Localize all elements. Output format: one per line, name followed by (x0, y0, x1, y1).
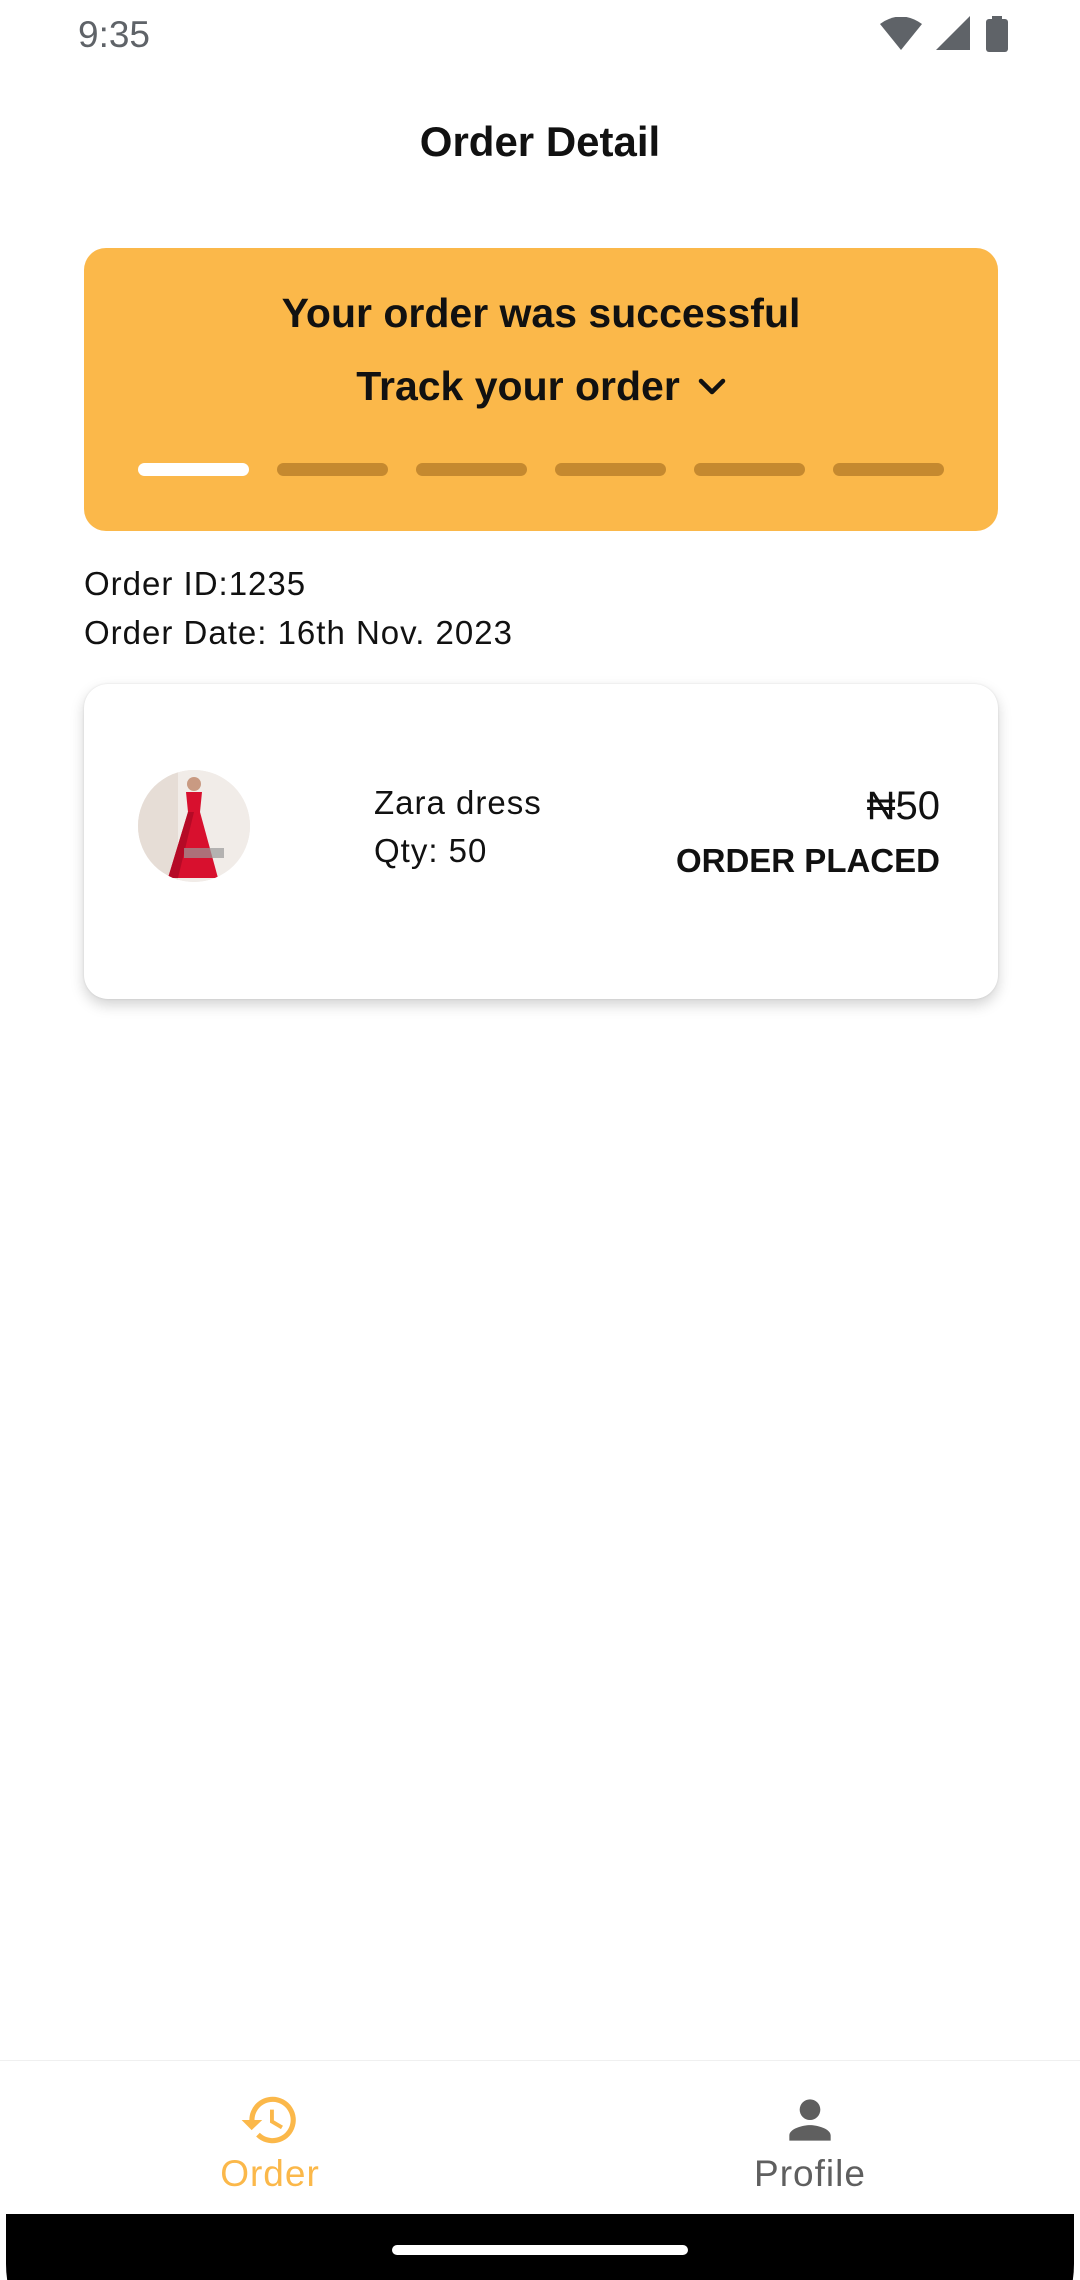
product-image (138, 770, 250, 882)
nav-label-order: Order (220, 2153, 320, 2194)
gesture-area (0, 2214, 1080, 2280)
progress-step (277, 463, 388, 476)
battery-icon (986, 16, 1008, 57)
person-icon (789, 2099, 831, 2141)
progress-step (833, 463, 944, 476)
banner-title: Your order was successful (281, 290, 801, 336)
status-icons (880, 16, 1008, 57)
order-success-banner: Your order was successful Track your ord… (84, 248, 998, 531)
order-progress-steps (138, 463, 944, 477)
nav-item-profile[interactable]: Profile (660, 2089, 960, 2195)
progress-step (416, 463, 527, 476)
progress-step (555, 463, 666, 476)
progress-step (138, 463, 249, 476)
item-quantity: Qty: 50 (374, 832, 488, 869)
order-id: Order ID:1235 (84, 565, 307, 602)
order-date: Order Date: 16th Nov. 2023 (84, 614, 513, 651)
wifi-icon (880, 16, 922, 56)
track-order-label: Track your order (356, 363, 680, 409)
nav-item-order[interactable]: Order (120, 2089, 420, 2195)
order-history-icon (241, 2096, 296, 2144)
signal-icon (936, 16, 972, 57)
order-status: ORDER PLACED (675, 842, 940, 879)
home-indicator[interactable] (392, 2245, 688, 2255)
chevron-down-icon (698, 373, 726, 401)
order-item-card[interactable]: Zara dress Qty: 50 ₦50 ORDER PLACED (84, 684, 998, 999)
status-bar: 9:35 (0, 0, 1080, 72)
page-title: Order Detail (419, 118, 661, 165)
nav-label-profile: Profile (754, 2153, 866, 2194)
track-order-toggle[interactable]: Track your order (84, 363, 998, 410)
item-price: ₦50 (866, 784, 940, 828)
bottom-navigation: Order Profile (0, 2060, 1080, 2216)
status-time: 9:35 (78, 14, 151, 55)
progress-step (694, 463, 805, 476)
item-name: Zara dress (374, 784, 542, 821)
